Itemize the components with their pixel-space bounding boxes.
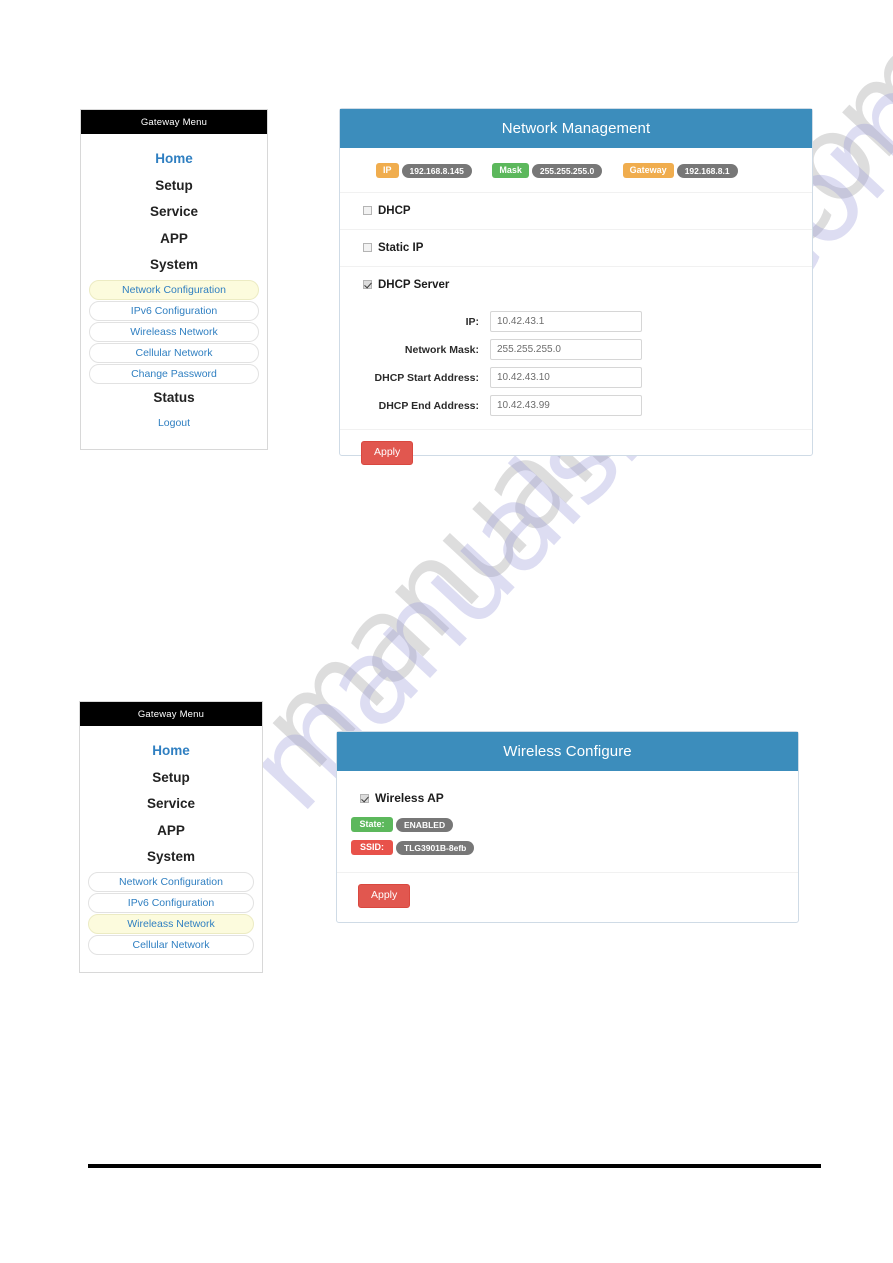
sidebar-item-logout[interactable]: Logout xyxy=(89,411,259,433)
form-label-dhcp-end-address: DHCP End Address: xyxy=(378,399,479,412)
gateway-menu-body: Home Setup Service APP System Network Co… xyxy=(81,134,267,439)
form-label-ip: IP: xyxy=(465,315,479,328)
gateway-menu-title: Gateway Menu xyxy=(81,110,267,134)
badge-group-mask: Mask 255.255.255.0 xyxy=(492,162,603,180)
dhcp-server-form: IP: Network Mask: DHCP Start Address: DH… xyxy=(340,303,812,430)
badge-value-state: ENABLED xyxy=(396,817,454,833)
sidebar-item-service[interactable]: Service xyxy=(89,199,259,226)
option-label-dhcp-server: DHCP Server xyxy=(378,279,450,291)
form-row-ip: IP: xyxy=(340,311,812,332)
badge-key-ip: IP xyxy=(376,163,399,179)
wireless-configure-title: Wireless Configure xyxy=(337,732,798,771)
sidebar2-item-system[interactable]: System xyxy=(88,844,254,871)
sidebar2-item-service[interactable]: Service xyxy=(88,791,254,818)
badge-value-ip: 192.168.8.145 xyxy=(401,163,472,179)
sidebar-item-ipv6-configuration[interactable]: IPv6 Configuration xyxy=(89,300,259,321)
wireless-configure-body: Wireless AP State: ENABLED SSID: TLG3901B-… xyxy=(337,771,798,920)
sidebar2-item-wireless-network[interactable]: Wireleass Network xyxy=(88,913,254,934)
wireless-apply-button[interactable]: Apply xyxy=(358,884,411,908)
badge-value-ssid: TLG3901B-8efb xyxy=(396,840,475,856)
checkbox-wireless-ap[interactable] xyxy=(360,794,369,803)
network-status-badges: IP 192.168.8.145 Mask 255.255.255.0 Gatewa… xyxy=(340,148,812,193)
form-row-dhcp-start-address: DHCP Start Address: xyxy=(340,367,812,388)
checkbox-dhcp-server[interactable] xyxy=(363,280,372,289)
checkbox-dhcp[interactable] xyxy=(363,206,372,215)
network-management-panel: Network Management IP 192.168.8.145 Mask 2… xyxy=(339,108,813,465)
network-management-body: IP 192.168.8.145 Mask 255.255.255.0 Gatewa… xyxy=(340,148,812,477)
form-row-network-mask: Network Mask: xyxy=(340,339,812,360)
sidebar-item-wireless-network[interactable]: Wireleass Network xyxy=(89,321,259,342)
gateway-menu-top: Gateway Menu Home Setup Service APP Syst… xyxy=(80,109,268,450)
badge-group-ip: IP 192.168.8.145 xyxy=(376,162,472,180)
network-management-title: Network Management xyxy=(340,109,812,148)
sidebar-item-change-password[interactable]: Change Password xyxy=(89,363,259,384)
sidebar-item-status[interactable]: Status xyxy=(89,385,259,412)
badge-key-gateway: Gateway xyxy=(622,163,674,179)
sidebar-item-network-configuration[interactable]: Network Configuration xyxy=(89,279,259,300)
gateway-menu-body-2: Home Setup Service APP System Network Co… xyxy=(80,726,262,962)
sidebar-item-app[interactable]: APP xyxy=(89,226,259,253)
sidebar-item-home[interactable]: Home xyxy=(89,146,259,173)
sidebar-item-cellular-network[interactable]: Cellular Network xyxy=(89,342,259,363)
gateway-menu-title-2: Gateway Menu xyxy=(80,702,262,726)
page-footer-rule xyxy=(88,1164,821,1168)
option-label-wireless-ap: Wireless AP xyxy=(375,791,444,805)
sidebar2-item-cellular-network[interactable]: Cellular Network xyxy=(88,934,254,955)
network-apply-area: Apply xyxy=(340,430,812,477)
form-label-network-mask: Network Mask: xyxy=(404,343,479,356)
badge-key-ssid: SSID: xyxy=(351,840,393,856)
wireless-apply-area: Apply xyxy=(337,873,798,920)
wireless-state-badge-row: State: ENABLED xyxy=(337,816,798,839)
gateway-menu-bottom: Gateway Menu Home Setup Service APP Syst… xyxy=(79,701,263,973)
dhcp-start-address-input[interactable] xyxy=(490,367,642,388)
wireless-ssid-badge-row: SSID: TLG3901B-8efb xyxy=(337,839,798,862)
form-label-dhcp-start-address: DHCP Start Address: xyxy=(374,371,479,384)
network-mask-input[interactable] xyxy=(490,339,642,360)
sidebar2-item-home[interactable]: Home xyxy=(88,738,254,765)
sidebar2-item-network-configuration[interactable]: Network Configuration xyxy=(88,871,254,892)
wireless-ap-section: Wireless AP State: ENABLED SSID: TLG3901B-… xyxy=(337,771,798,873)
sidebar2-item-app[interactable]: APP xyxy=(88,818,254,845)
option-label-dhcp: DHCP xyxy=(378,205,411,217)
sidebar-item-setup[interactable]: Setup xyxy=(89,173,259,200)
badge-value-mask: 255.255.255.0 xyxy=(531,163,603,179)
sidebar2-item-setup[interactable]: Setup xyxy=(88,765,254,792)
badge-group-gateway: Gateway 192.168.8.1 xyxy=(622,162,738,180)
option-label-static-ip: Static IP xyxy=(378,242,424,254)
sidebar-item-system[interactable]: System xyxy=(89,252,259,279)
option-row-wireless-ap[interactable]: Wireless AP xyxy=(337,785,798,816)
ip-input[interactable] xyxy=(490,311,642,332)
sidebar2-item-ipv6-configuration[interactable]: IPv6 Configuration xyxy=(88,892,254,913)
wireless-configure-panel: Wireless Configure Wireless AP State: ENA… xyxy=(336,731,799,923)
form-row-dhcp-end-address: DHCP End Address: xyxy=(340,395,812,416)
option-row-static-ip[interactable]: Static IP xyxy=(340,230,812,267)
badge-key-state: State: xyxy=(351,817,393,833)
badge-value-gateway: 192.168.8.1 xyxy=(676,163,738,179)
checkbox-static-ip[interactable] xyxy=(363,243,372,252)
badge-key-mask: Mask xyxy=(492,163,529,179)
network-apply-button[interactable]: Apply xyxy=(361,441,414,465)
dhcp-end-address-input[interactable] xyxy=(490,395,642,416)
option-row-dhcp-server[interactable]: DHCP Server xyxy=(340,267,812,303)
option-row-dhcp[interactable]: DHCP xyxy=(340,193,812,230)
